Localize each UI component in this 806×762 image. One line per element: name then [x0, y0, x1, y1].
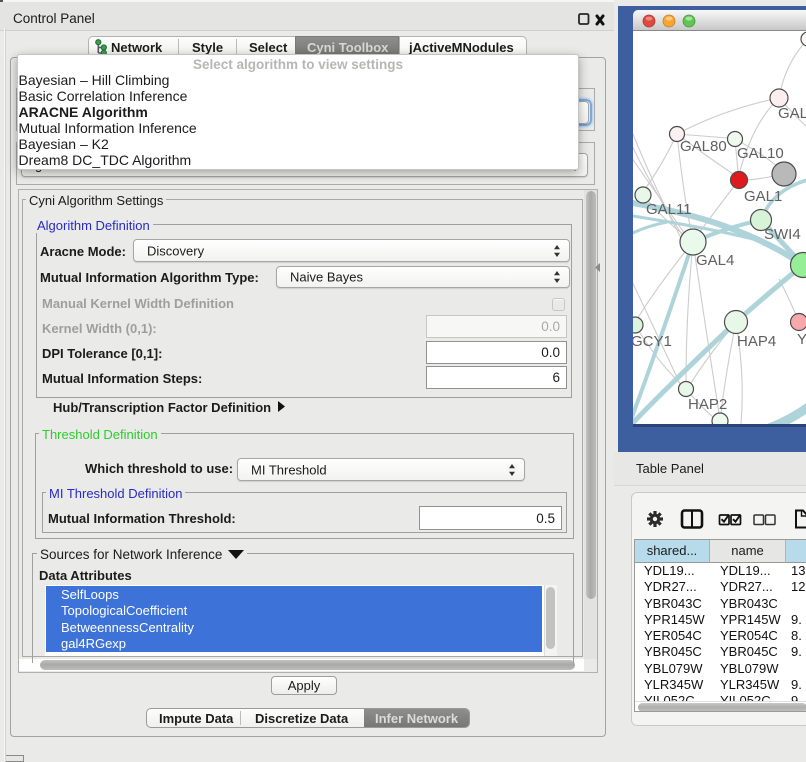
svg-text:HAP4: HAP4: [737, 333, 776, 350]
svg-text:GAL80: GAL80: [680, 138, 727, 155]
svg-text:SWI4: SWI4: [764, 226, 801, 243]
svg-text:GCY1: GCY1: [633, 333, 672, 350]
svg-text:GAL11: GAL11: [646, 201, 692, 218]
svg-text:HAP2: HAP2: [688, 396, 727, 413]
svg-text:GAL1: GAL1: [744, 188, 782, 205]
svg-text:Y: Y: [797, 331, 806, 348]
svg-text:GAL7: GAL7: [778, 105, 806, 122]
svg-text:GAL10: GAL10: [737, 145, 784, 162]
svg-text:GAL4: GAL4: [696, 252, 734, 269]
